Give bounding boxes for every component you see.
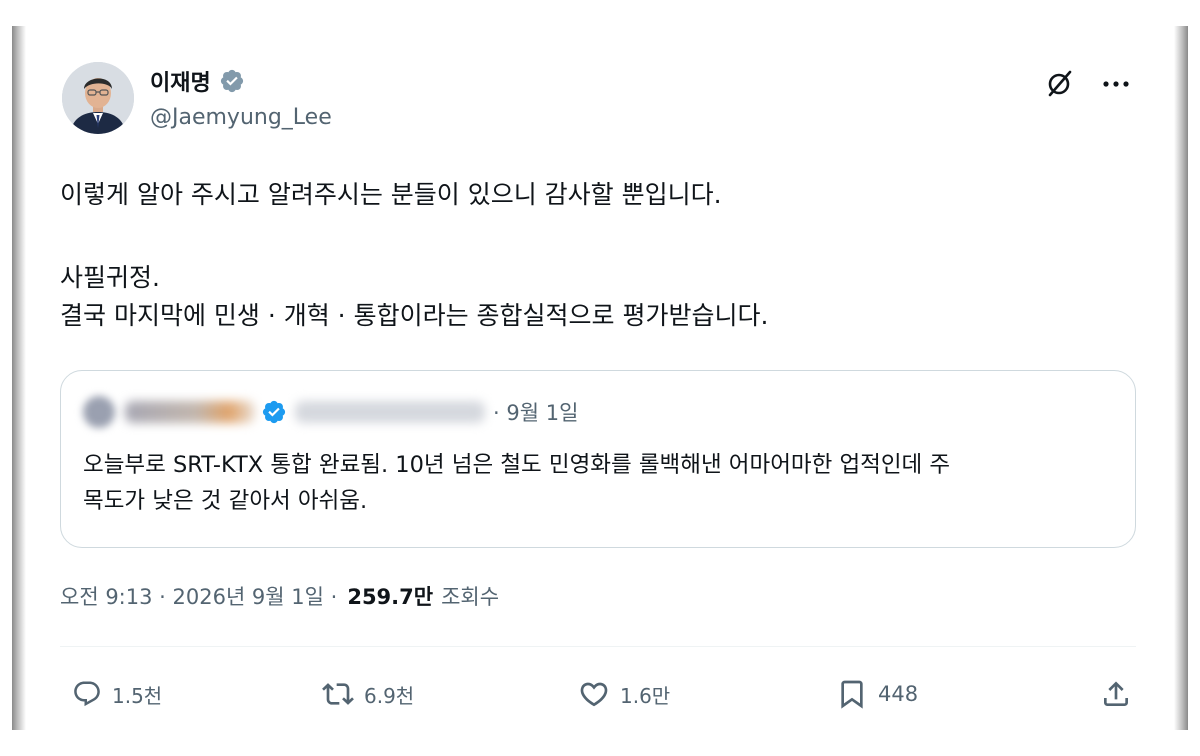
author-handle[interactable]: @Jaemyung_Lee <box>150 105 332 130</box>
quoted-name-blurred <box>125 401 255 423</box>
quoted-handle-blurred <box>295 401 485 423</box>
quoted-line: 목도가 낮은 것 같아서 아쉬움. <box>83 488 368 514</box>
tweet-line: 이렇게 알아 주시고 알려주시는 분들이 있으니 감사할 뿐입니다. <box>60 180 722 209</box>
quoted-tweet[interactable]: · 9월 1일 오늘부로 SRT-KTX 통합 완료됨. 10년 넘은 철도 민… <box>60 370 1136 548</box>
tweet-card: 이재명 @Jaemyung_Lee 이렇게 알아 주시고 알려주시는 분들이 있… <box>30 18 1170 742</box>
quoted-avatar-blurred <box>83 396 115 428</box>
quoted-verified-badge-icon <box>261 399 287 425</box>
repost-button[interactable]: 6.9천 <box>322 672 414 716</box>
views-count: 259.7만 <box>347 585 434 609</box>
page-edge-shadow-left <box>12 26 26 730</box>
repost-count: 6.9천 <box>364 683 415 708</box>
divider <box>60 646 1136 647</box>
more-icon[interactable] <box>1098 66 1134 102</box>
reply-button[interactable]: 1.5천 <box>72 672 162 716</box>
tweet-text: 이렇게 알아 주시고 알려주시는 분들이 있으니 감사할 뿐입니다. 사필귀정.… <box>60 176 768 335</box>
quoted-tweet-header: · 9월 1일 <box>83 393 578 431</box>
bookmark-button[interactable]: 448 <box>836 672 918 716</box>
quoted-text: 오늘부로 SRT-KTX 통합 완료됨. 10년 넘은 철도 민영화를 롤백해낸… <box>83 447 1123 519</box>
bookmark-count: 448 <box>878 682 919 706</box>
tweet-timestamp[interactable]: 오전 9:13 · 2026년 9월 1일 · <box>60 581 337 611</box>
views-label: 조회수 <box>441 585 500 609</box>
tweet-meta: 오전 9:13 · 2026년 9월 1일 · 259.7만 조회수 <box>60 581 499 611</box>
author-name[interactable]: 이재명 <box>150 65 211 97</box>
quoted-line: 오늘부로 SRT-KTX 통합 완료됨. 10년 넘은 철도 민영화를 롤백해낸… <box>83 452 951 478</box>
verified-badge-icon[interactable] <box>219 68 245 94</box>
grok-icon[interactable] <box>1042 66 1078 102</box>
avatar[interactable] <box>62 62 134 134</box>
tweet-line: 결국 마지막에 민생 · 개혁 · 통합이라는 종합실적으로 평가받습니다. <box>60 301 769 330</box>
share-icon <box>1100 678 1132 710</box>
quoted-date[interactable]: · 9월 1일 <box>493 397 578 427</box>
reply-icon <box>72 679 102 709</box>
reply-count: 1.5천 <box>112 683 163 708</box>
repost-icon <box>322 678 354 710</box>
share-button[interactable] <box>1100 672 1132 716</box>
like-button[interactable]: 1.6만 <box>578 672 670 716</box>
tweet-top-actions <box>1042 66 1134 102</box>
action-bar: 1.5천 6.9천 1.6만 448 <box>60 672 1136 716</box>
like-count: 1.6만 <box>620 683 671 708</box>
page-edge-shadow-right <box>1174 26 1188 730</box>
author-name-row: 이재명 <box>150 65 245 97</box>
tweet-line: 사필귀정. <box>60 263 160 292</box>
like-icon <box>578 678 610 710</box>
bookmark-icon <box>836 678 868 710</box>
